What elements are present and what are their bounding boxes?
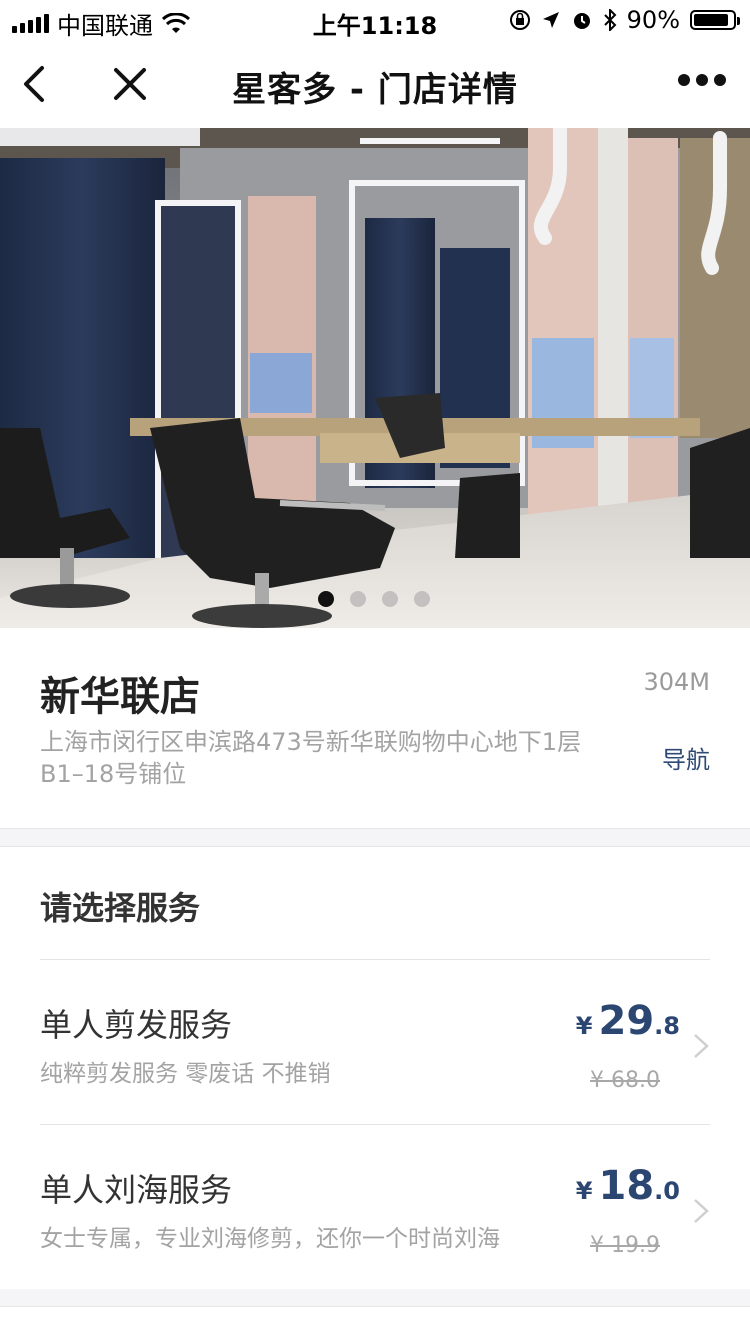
- carousel-dot[interactable]: [382, 591, 398, 607]
- store-address: 上海市闵行区申滨路473号新华联购物中心地下1层 B1–18号铺位: [40, 726, 600, 790]
- store-card: 新华联店 304M 上海市闵行区申滨路473号新华联购物中心地下1层 B1–18…: [0, 628, 750, 829]
- service-item-haircut[interactable]: 单人剪发服务 纯粹剪发服务 零废话 不推销 ¥29.8 ¥ 68.0: [0, 960, 750, 1124]
- chevron-right-icon: [694, 1034, 709, 1058]
- price-currency: ¥: [575, 1012, 593, 1040]
- carousel-dot[interactable]: [350, 591, 366, 607]
- service-name: 单人刘海服务: [40, 1171, 233, 1209]
- next-section-edge: [0, 1306, 750, 1334]
- price-currency: ¥: [575, 1177, 593, 1205]
- carousel-indicator[interactable]: [318, 591, 430, 607]
- price-decimal: .8: [654, 1012, 680, 1040]
- store-distance: 304M: [643, 668, 710, 696]
- price-integer: 29: [598, 998, 655, 1044]
- alarm-icon: [573, 13, 590, 29]
- page: 中国联通 上午11:18 90% 星客多 - 门店详情 新华联店 304M 上海…: [0, 0, 750, 1334]
- service-price: ¥29.8: [576, 998, 680, 1044]
- services-section: 请选择服务 单人剪发服务 纯粹剪发服务 零废话 不推销 ¥29.8 ¥ 68.0…: [0, 846, 750, 1290]
- battery-icon: [690, 10, 740, 30]
- service-original-price: ¥ 68.0: [590, 1068, 660, 1093]
- service-price: ¥18.0: [576, 1163, 680, 1209]
- status-right: 90%: [509, 6, 740, 34]
- carousel-dot[interactable]: [318, 591, 334, 607]
- nav-bar: 星客多 - 门店详情: [0, 40, 750, 128]
- service-desc: 女士专属，专业刘海修剪，还你一个时尚刘海: [40, 1226, 500, 1252]
- service-original-price: ¥ 19.9: [590, 1233, 660, 1258]
- service-desc: 纯粹剪发服务 零废话 不推销: [40, 1061, 331, 1087]
- price-integer: 18: [598, 1163, 655, 1209]
- store-address-line2: B1–18号铺位: [40, 760, 187, 788]
- status-bar: 中国联通 上午11:18 90%: [0, 0, 750, 40]
- price-decimal: .0: [654, 1177, 680, 1205]
- carousel-dot[interactable]: [414, 591, 430, 607]
- navigate-button[interactable]: 导航: [662, 740, 710, 775]
- bluetooth-icon: [603, 9, 617, 31]
- page-title: 星客多 - 门店详情: [232, 70, 518, 110]
- chevron-right-icon: [694, 1199, 709, 1223]
- store-address-line1: 上海市闵行区申滨路473号新华联购物中心地下1层: [40, 728, 582, 756]
- store-name: 新华联店: [40, 674, 200, 720]
- battery-percent: 90%: [626, 6, 680, 34]
- battery-fill: [694, 14, 728, 26]
- orientation-lock-icon: [509, 10, 530, 30]
- service-name: 单人剪发服务: [40, 1006, 233, 1044]
- more-dots-icon[interactable]: [678, 74, 726, 86]
- hero-carousel[interactable]: [0, 128, 750, 628]
- salon-interior-photo: [0, 128, 750, 628]
- services-title: 请选择服务: [40, 889, 201, 927]
- location-icon: [542, 12, 559, 28]
- service-item-bangs[interactable]: 单人刘海服务 女士专属，专业刘海修剪，还你一个时尚刘海 ¥18.0 ¥ 19.9: [0, 1125, 750, 1289]
